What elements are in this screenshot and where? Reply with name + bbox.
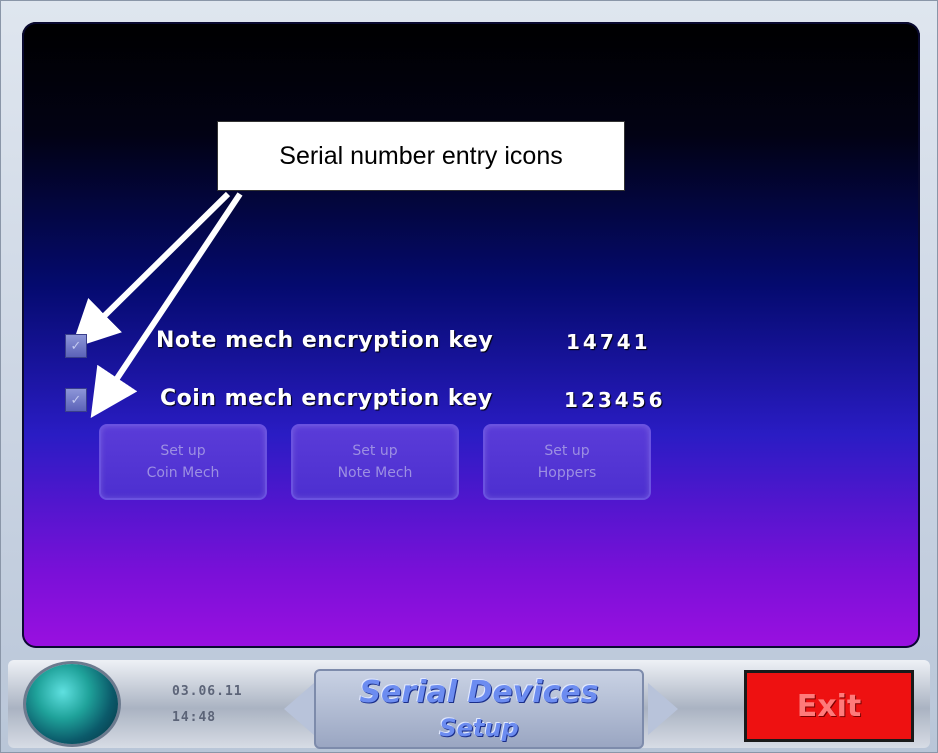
setup-note-mech-button[interactable]: Set up Note Mech — [291, 424, 459, 500]
note-mech-key-label: Note mech encryption key — [156, 328, 494, 353]
title-line-2: Setup — [439, 714, 519, 742]
chevron-left-icon — [284, 683, 314, 735]
coin-mech-serial-checkbox-icon[interactable]: ✓ — [65, 388, 87, 412]
exit-button[interactable]: Exit — [744, 670, 914, 742]
note-mech-key-value[interactable]: 14741 — [566, 330, 651, 354]
callout-arrows — [70, 191, 243, 418]
setup-hoppers-button[interactable]: Set up Hoppers — [483, 424, 651, 500]
arrow-to-note-check — [70, 191, 231, 349]
setup-coin-mech-button[interactable]: Set up Coin Mech — [99, 424, 267, 500]
chevron-right-icon — [648, 683, 678, 735]
date-display: 03.06.11 — [172, 684, 243, 699]
note-mech-serial-checkbox-icon[interactable]: ✓ — [65, 334, 87, 358]
screen-title: Serial Devices Setup — [314, 669, 644, 749]
coin-mech-key-label: Coin mech encryption key — [160, 386, 493, 411]
coin-mech-key-value[interactable]: 123456 — [564, 388, 666, 412]
time-display: 14:48 — [172, 710, 217, 725]
screen-title-plate: Serial Devices Setup — [276, 667, 686, 751]
globe-icon[interactable] — [26, 664, 118, 744]
title-line-1: Serial Devices — [359, 675, 599, 710]
